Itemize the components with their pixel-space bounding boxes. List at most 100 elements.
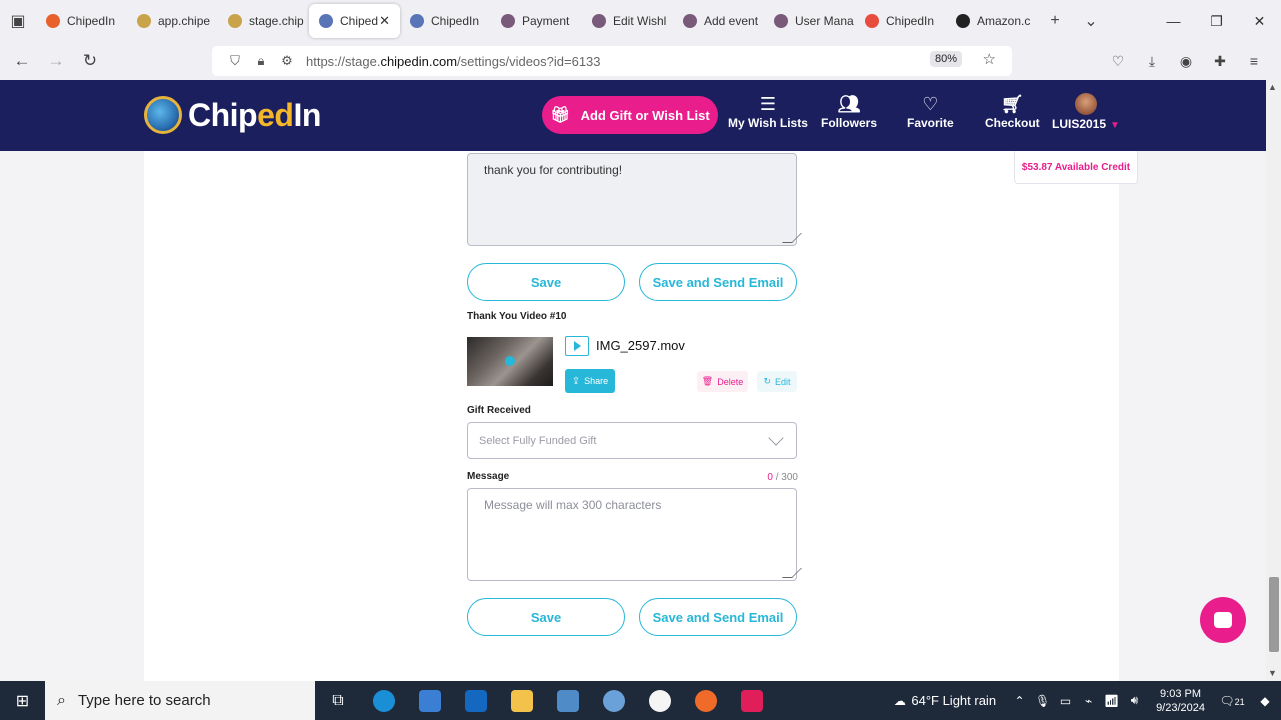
reload-icon[interactable]: ↻ bbox=[73, 51, 107, 71]
usb-icon[interactable]: ⌁ bbox=[1077, 694, 1100, 708]
favicon-icon bbox=[410, 14, 424, 28]
tab-0[interactable]: ChipedIn bbox=[36, 4, 127, 38]
add-gift-button[interactable]: 🎁︎ Add Gift or Wish List bbox=[542, 96, 718, 134]
back-icon[interactable]: ← bbox=[5, 51, 39, 71]
scroll-down-icon[interactable]: ▼ bbox=[1268, 668, 1277, 678]
url-bar[interactable]: ⛉ 🔒︎ ⚙ https://stage.chipedin.com/settin… bbox=[212, 46, 1012, 76]
outlook-icon[interactable] bbox=[453, 681, 499, 720]
nav-favorite[interactable]: ♡ Favorite bbox=[907, 92, 954, 130]
new-tab-icon[interactable]: + bbox=[1037, 12, 1073, 30]
tab-list: ChipedIn app.chipe stage.chip Chiped ✕ Chiped… bbox=[36, 4, 1037, 38]
firefox-icon[interactable] bbox=[683, 681, 729, 720]
tab-10[interactable]: Amazon.c bbox=[946, 4, 1037, 38]
save-button-2[interactable]: Save bbox=[467, 598, 625, 636]
edge-icon[interactable] bbox=[361, 681, 407, 720]
scroll-up-icon[interactable]: ▲ bbox=[1268, 82, 1277, 92]
task-view-icon[interactable]: ⧉ bbox=[315, 681, 361, 720]
tab-label: Payment bbox=[522, 14, 570, 28]
tab-3[interactable]: Chiped ✕ bbox=[309, 4, 400, 38]
chevron-down-icon bbox=[768, 430, 784, 446]
slack-icon[interactable] bbox=[729, 681, 775, 720]
share-icon: ⇪ bbox=[571, 375, 581, 387]
message-textarea-filled[interactable]: thank you for contributing! bbox=[467, 153, 802, 246]
chat-button[interactable] bbox=[1200, 597, 1246, 643]
microphone-icon[interactable]: 🎙︎ bbox=[1031, 694, 1054, 708]
character-counter: 0 / 300 bbox=[767, 472, 798, 483]
nav-checkout[interactable]: 🛒︎ Checkout bbox=[985, 92, 1040, 130]
save-send-email-button[interactable]: Save and Send Email bbox=[639, 263, 797, 301]
snipping-icon[interactable] bbox=[591, 681, 637, 720]
close-tab-icon[interactable]: ✕ bbox=[379, 13, 390, 29]
video-thumbnail[interactable] bbox=[467, 337, 553, 386]
video-filename: IMG_2597.mov bbox=[596, 338, 685, 353]
edit-button[interactable]: ↻ Edit bbox=[757, 371, 797, 392]
tab-list-chevron-icon[interactable]: ⌄ bbox=[1073, 11, 1109, 31]
available-credit-badge: $53.87 Available Credit bbox=[1014, 151, 1138, 184]
account-icon[interactable]: ◉ bbox=[1169, 53, 1203, 70]
tab-5[interactable]: Payment bbox=[491, 4, 582, 38]
tab-9[interactable]: ChipedIn bbox=[855, 4, 946, 38]
notifications-icon[interactable]: 🗨︎21 bbox=[1215, 694, 1249, 708]
save-button[interactable]: Save bbox=[467, 263, 625, 301]
pocket-icon[interactable]: ♡ bbox=[1101, 53, 1135, 70]
add-gift-label: Add Gift or Wish List bbox=[580, 107, 710, 123]
weather-icon[interactable]: ☁ bbox=[888, 694, 911, 708]
tab-1[interactable]: app.chipe bbox=[127, 4, 218, 38]
bookmark-star-icon[interactable]: ☆ bbox=[983, 50, 996, 68]
favicon-icon bbox=[956, 14, 970, 28]
forward-icon[interactable]: → bbox=[39, 51, 73, 71]
nav-my-wish-lists[interactable]: ☰ My Wish Lists bbox=[728, 92, 808, 130]
tab-overview-icon[interactable]: ▣ bbox=[0, 11, 36, 31]
windows-start-icon[interactable]: ⊞ bbox=[0, 691, 45, 711]
tab-label: Edit Wishl bbox=[613, 14, 667, 28]
app-icon[interactable] bbox=[545, 681, 591, 720]
tab-8[interactable]: User Mana bbox=[764, 4, 855, 38]
nav-followers[interactable]: 👥︎ Followers bbox=[821, 92, 877, 130]
list-icon: ☰ bbox=[759, 94, 777, 114]
save-send-email-button-2[interactable]: Save and Send Email bbox=[639, 598, 797, 636]
menu-icon[interactable]: ≡ bbox=[1237, 53, 1271, 69]
gift-select[interactable]: Select Fully Funded Gift bbox=[467, 422, 797, 459]
page-scrollbar[interactable]: ▲ ▼ bbox=[1266, 80, 1281, 681]
tab-label: ChipedIn bbox=[431, 14, 480, 28]
media-icon[interactable] bbox=[637, 681, 683, 720]
close-window-icon[interactable]: ✕ bbox=[1238, 13, 1281, 30]
logo-text: ChipedIn bbox=[188, 96, 321, 133]
share-button[interactable]: ⇪ Share bbox=[565, 369, 615, 393]
minimize-icon[interactable]: — bbox=[1152, 13, 1195, 29]
toolbar-icons: ♡ ⤓ ◉ ✚ ≡ bbox=[1101, 42, 1271, 80]
store-icon[interactable] bbox=[407, 681, 453, 720]
wifi-icon[interactable]: 📶︎ bbox=[1100, 694, 1123, 708]
lock-icon[interactable]: 🔒︎ bbox=[248, 53, 274, 69]
volume-icon[interactable]: 🔊︎ bbox=[1123, 693, 1146, 708]
copilot-icon[interactable]: ◆ bbox=[1249, 694, 1281, 708]
shield-icon[interactable]: ⛉ bbox=[222, 53, 248, 69]
tab-4[interactable]: ChipedIn bbox=[400, 4, 491, 38]
gift-icon: 🎁︎ bbox=[550, 107, 571, 124]
downloads-icon[interactable]: ⤓ bbox=[1135, 53, 1169, 70]
restore-icon[interactable]: ❐ bbox=[1195, 13, 1238, 30]
battery-icon[interactable]: ▭ bbox=[1054, 694, 1077, 708]
tab-2[interactable]: stage.chip bbox=[218, 4, 309, 38]
extensions-icon[interactable]: ✚ bbox=[1203, 53, 1237, 70]
delete-button[interactable]: 🗑︎ Delete bbox=[697, 371, 748, 392]
file-explorer-icon[interactable] bbox=[499, 681, 545, 720]
windows-taskbar: ⊞ ⌕ Type here to search ⧉ ☁ 64°F Light r… bbox=[0, 681, 1281, 720]
permissions-icon[interactable]: ⚙ bbox=[274, 53, 300, 69]
tab-6[interactable]: Edit Wishl bbox=[582, 4, 673, 38]
tab-7[interactable]: Add event bbox=[673, 4, 764, 38]
tab-label: app.chipe bbox=[158, 14, 211, 28]
tab-label: Amazon.c bbox=[977, 14, 1031, 28]
chevron-up-icon[interactable]: ⌃ bbox=[1008, 694, 1031, 708]
weather-text[interactable]: 64°F Light rain bbox=[911, 693, 996, 708]
chipedin-logo[interactable]: ChipedIn bbox=[144, 96, 321, 134]
user-menu[interactable]: LUIS2015 ▼ bbox=[1052, 92, 1120, 131]
zoom-level[interactable]: 80% bbox=[929, 51, 962, 67]
scroll-thumb[interactable] bbox=[1269, 577, 1279, 652]
favicon-icon bbox=[137, 14, 151, 28]
favicon-icon bbox=[319, 14, 333, 28]
taskbar-search[interactable]: ⌕ Type here to search bbox=[45, 681, 315, 720]
clock[interactable]: 9:03 PM 9/23/2024 bbox=[1156, 687, 1205, 715]
tab-bar: ▣ ChipedIn app.chipe stage.chip Chiped ✕ Chip… bbox=[0, 0, 1281, 42]
message-textarea[interactable]: Message will max 300 characters bbox=[467, 488, 802, 581]
